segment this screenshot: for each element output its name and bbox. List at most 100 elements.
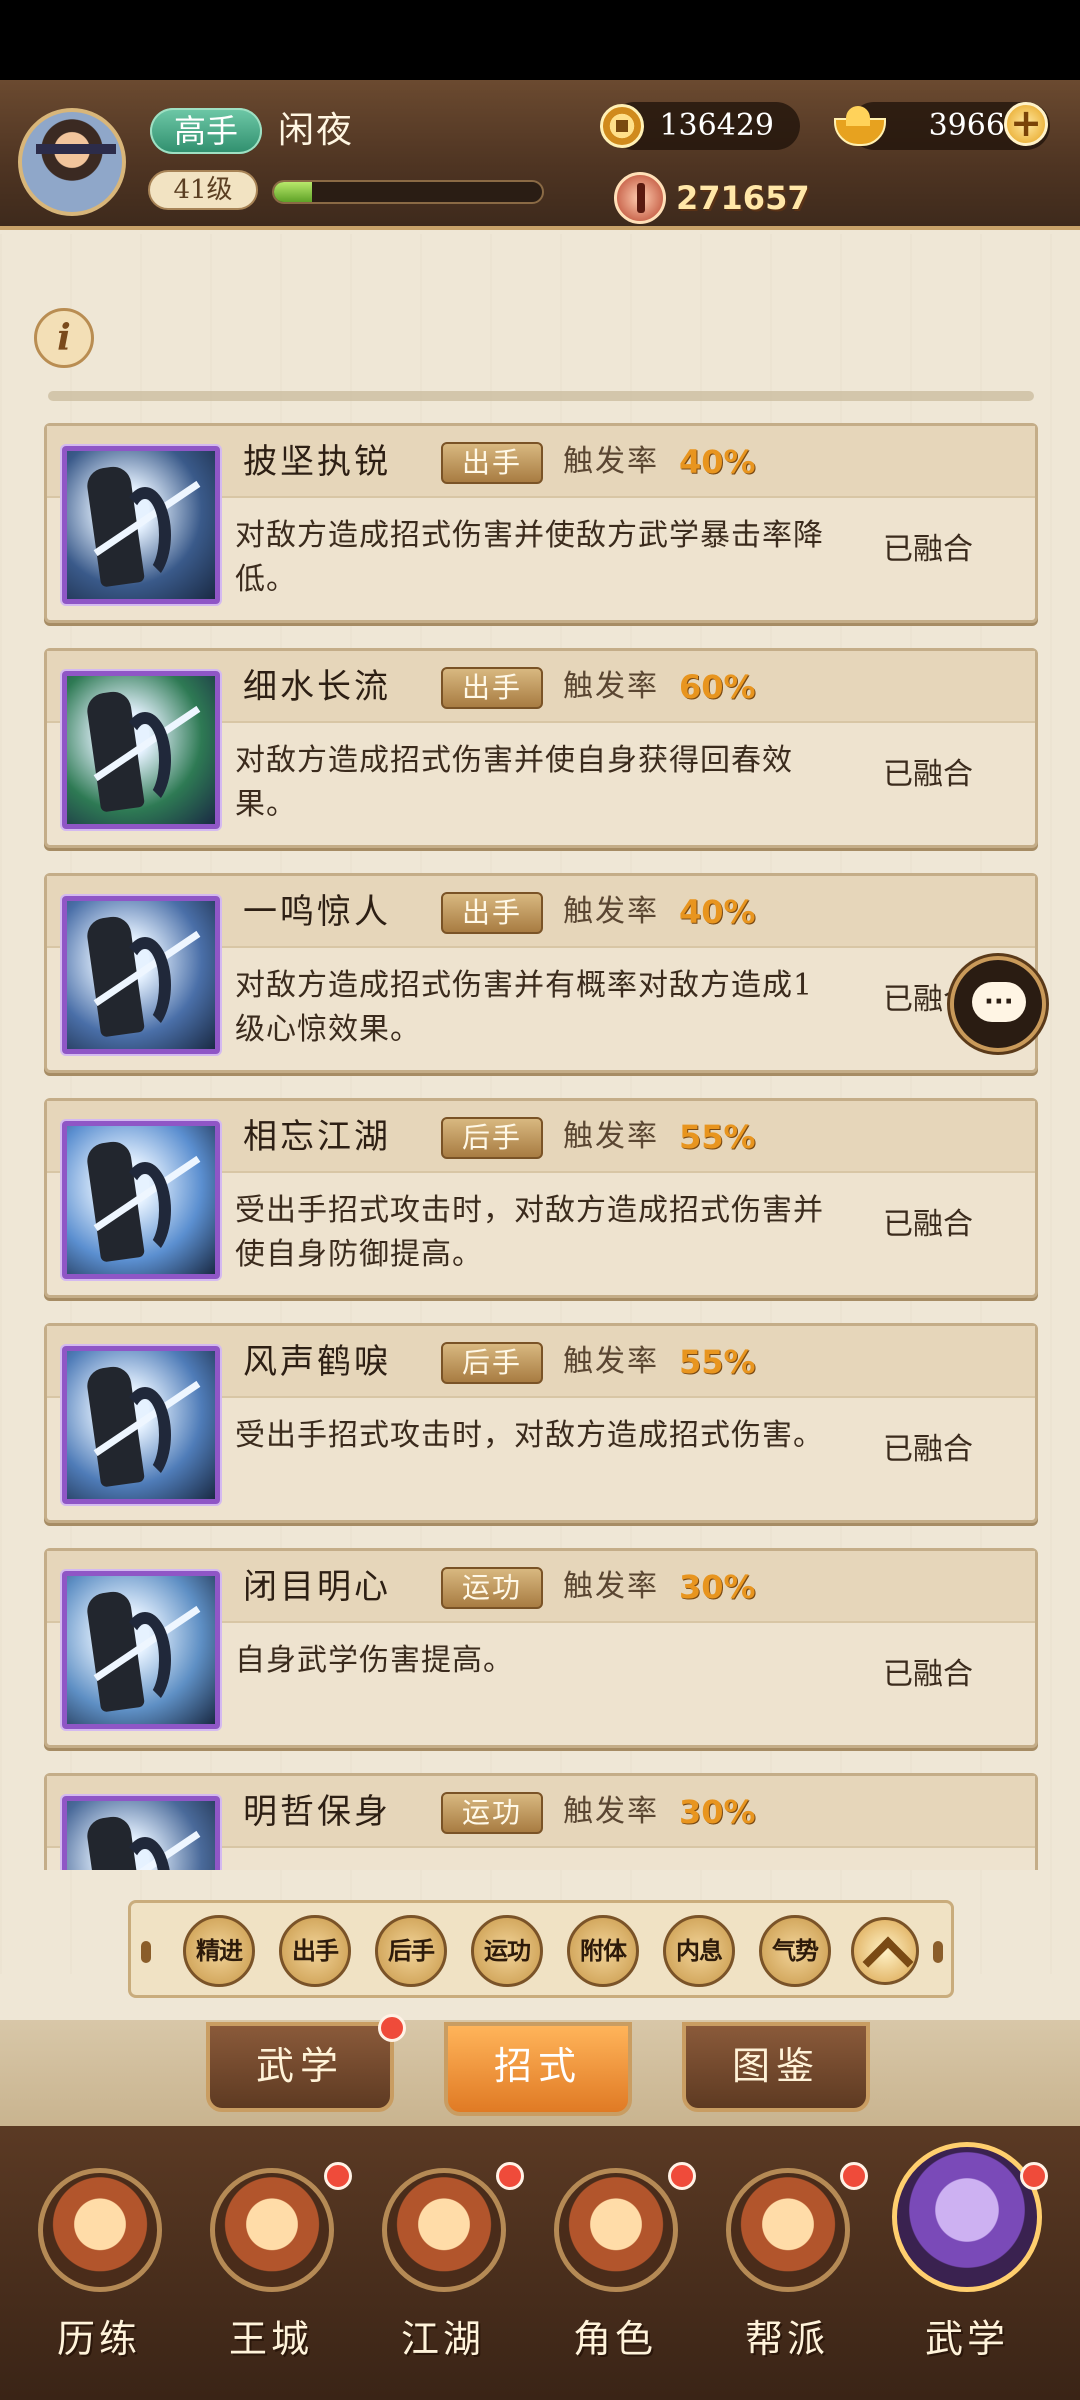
- skill-name: 风声鹤唳: [243, 1342, 391, 1382]
- trigger-rate-value: 40%: [679, 443, 756, 481]
- skill-art-swirl: [119, 937, 171, 1033]
- skill-type-tag: 出手: [441, 667, 543, 709]
- nav-label: 王城: [228, 2317, 313, 2361]
- nav-5-icon: [726, 2168, 850, 2292]
- trigger-rate-label: 触发率: [563, 669, 659, 704]
- skill-card[interactable]: 风声鹤唳 后手 触发率 55% 受出手招式攻击时，对敌方造成招式伤害。 已融合: [44, 1323, 1038, 1523]
- trigger-rate-value: 60%: [679, 668, 756, 706]
- skill-name: 一鸣惊人: [243, 892, 391, 932]
- nav-item-6[interactable]: 武学: [892, 2142, 1048, 2392]
- notification-dot: [496, 2162, 524, 2190]
- notification-dot: [1020, 2162, 1048, 2190]
- notification-dot: [324, 2162, 352, 2190]
- skill-thumbnail: [62, 1121, 220, 1279]
- fusion-status: 已融合: [883, 1657, 973, 1692]
- notification-dot: [668, 2162, 696, 2190]
- skill-card[interactable]: 闭目明心 运功 触发率 30% 自身武学伤害提高。 已融合: [44, 1548, 1038, 1748]
- add-gold-button[interactable]: +: [1004, 102, 1048, 146]
- tab-1[interactable]: 武学: [206, 2022, 394, 2112]
- nav-item-1[interactable]: 历练: [24, 2162, 174, 2392]
- trigger-rate-label: 触发率: [563, 1569, 659, 1604]
- player-header: 高手 闲夜 41级 136429 39666 + 271657: [0, 80, 1080, 230]
- list-top-edge: [48, 391, 1034, 401]
- skill-art-swirl: [119, 1162, 171, 1258]
- skill-card[interactable]: 一鸣惊人 出手 触发率 40% 对敌方造成招式伤害并有概率对敌方造成1级心惊效果。 已融合: [44, 873, 1038, 1073]
- skill-list[interactable]: 披坚执锐 出手 触发率 40% 对敌方造成招式伤害并使敌方武学暴击率降低。 已融合 细水长流…: [44, 385, 1038, 1870]
- filter-6-button[interactable]: 内息: [663, 1915, 735, 1987]
- filter-7-button[interactable]: 气势: [759, 1915, 831, 1987]
- info-icon: i: [57, 317, 71, 359]
- skill-type-tag: 出手: [441, 892, 543, 934]
- skill-art-swirl: [119, 712, 171, 808]
- skill-type-tag: 运功: [441, 1792, 543, 1834]
- tab-3[interactable]: 图鉴: [682, 2022, 870, 2112]
- trigger-rate-label: 触发率: [563, 894, 659, 929]
- skill-art-swirl: [119, 1387, 171, 1483]
- skill-card[interactable]: 明哲保身 运功 触发率 30%: [44, 1773, 1038, 1870]
- skill-description: 对敌方造成招式伤害并使敌方武学暴击率降低。: [235, 518, 824, 597]
- skill-name: 明哲保身: [243, 1792, 391, 1832]
- skill-type-filter-bar: 精进 出手 后手 运功 附体 内息 气势: [128, 1900, 954, 1998]
- skill-name: 闭目明心: [243, 1567, 391, 1607]
- fusion-status: 已融合: [883, 757, 973, 792]
- filter-5-button[interactable]: 附体: [567, 1915, 639, 1987]
- fusion-status: 已融合: [883, 1207, 973, 1242]
- trigger-rate-value: 40%: [679, 893, 756, 931]
- player-level: 41级: [148, 170, 258, 210]
- nav-4-icon: [554, 2168, 678, 2292]
- skill-description: 受出手招式攻击时，对敌方造成招式伤害。: [235, 1418, 824, 1453]
- combat-power-value: 271657: [676, 179, 810, 217]
- skill-thumbnail: [62, 1346, 220, 1504]
- nav-item-4[interactable]: 角色: [540, 2162, 696, 2392]
- player-rank-badge: 高手: [150, 108, 262, 154]
- skill-thumbnail: [62, 671, 220, 829]
- nav-label: 历练: [56, 2317, 141, 2361]
- skill-thumbnail: [62, 1796, 220, 1870]
- info-button[interactable]: i: [34, 308, 94, 368]
- chat-button[interactable]: ···: [950, 956, 1046, 1052]
- nav-item-2[interactable]: 王城: [196, 2162, 352, 2392]
- nav-1-icon: [38, 2168, 162, 2292]
- exp-bar-fill: [274, 182, 312, 202]
- nav-item-3[interactable]: 江湖: [368, 2162, 524, 2392]
- filter-3-button[interactable]: 后手: [375, 1915, 447, 1987]
- skill-thumbnail: [62, 896, 220, 1054]
- skill-type-tag: 后手: [441, 1117, 543, 1159]
- skill-description: 自身武学伤害提高。: [235, 1643, 514, 1678]
- filter-2-button[interactable]: 出手: [279, 1915, 351, 1987]
- filter-1-button[interactable]: 精进: [183, 1915, 255, 1987]
- fusion-status: 已融合: [883, 1432, 973, 1467]
- skill-name: 细水长流: [243, 667, 391, 707]
- skill-thumbnail: [62, 446, 220, 604]
- trigger-rate-value: 55%: [679, 1343, 756, 1381]
- nav-label: 江湖: [400, 2317, 485, 2361]
- trigger-rate-label: 触发率: [563, 1119, 659, 1154]
- skill-thumbnail: [62, 1571, 220, 1729]
- collapse-button[interactable]: [851, 1917, 919, 1985]
- notification-dot: [840, 2162, 868, 2190]
- skill-description: 对敌方造成招式伤害并使自身获得回春效果。: [235, 743, 793, 822]
- nav-label: 角色: [572, 2317, 657, 2361]
- trigger-rate-label: 触发率: [563, 1794, 659, 1829]
- skill-art-swirl: [119, 1612, 171, 1708]
- skill-name: 披坚执锐: [243, 442, 391, 482]
- skill-card[interactable]: 披坚执锐 出手 触发率 40% 对敌方造成招式伤害并使敌方武学暴击率降低。 已融合: [44, 423, 1038, 623]
- player-avatar[interactable]: [18, 108, 126, 216]
- tab-2[interactable]: 招式: [444, 2022, 632, 2116]
- trigger-rate-label: 触发率: [563, 444, 659, 479]
- skill-type-tag: 出手: [441, 442, 543, 484]
- nav-label: 帮派: [744, 2317, 829, 2361]
- skill-card[interactable]: 相忘江湖 后手 触发率 55% 受出手招式攻击时，对敌方造成招式伤害并使自身防御提高。 已…: [44, 1098, 1038, 1298]
- filter-4-button[interactable]: 运功: [471, 1915, 543, 1987]
- skill-card[interactable]: 细水长流 出手 触发率 60% 对敌方造成招式伤害并使自身获得回春效果。 已融合: [44, 648, 1038, 848]
- filter-bar-knob: [933, 1941, 943, 1963]
- status-bar: [0, 0, 1080, 80]
- trigger-rate-value: 55%: [679, 1118, 756, 1156]
- skill-description: 对敌方造成招式伤害并有概率对敌方造成1级心惊效果。: [235, 968, 814, 1047]
- gold-ingot-icon: [830, 102, 886, 146]
- skill-name: 相忘江湖: [243, 1117, 391, 1157]
- filter-bar-knob: [141, 1941, 151, 1963]
- player-name: 闲夜: [278, 110, 355, 151]
- coin-icon: [600, 104, 644, 148]
- nav-item-5[interactable]: 帮派: [712, 2162, 868, 2392]
